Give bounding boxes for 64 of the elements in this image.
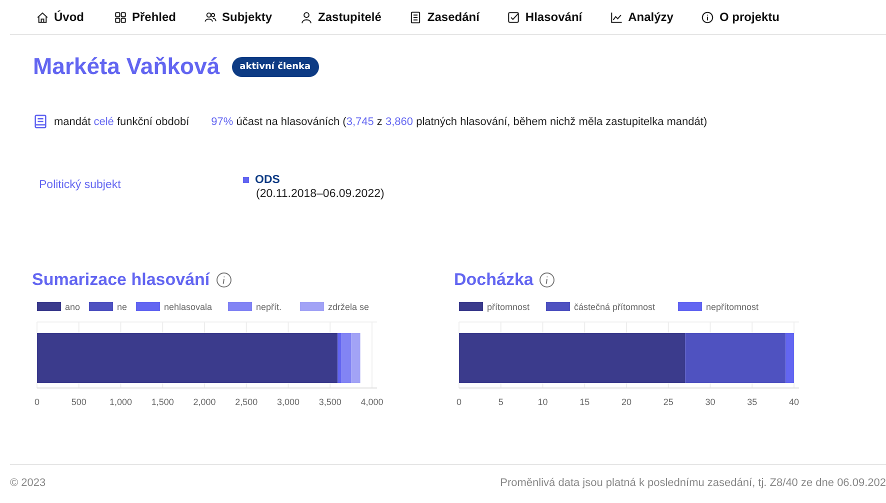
people-icon: [204, 10, 218, 24]
person-icon: [300, 10, 314, 24]
person-name: Markéta Vaňková: [33, 53, 220, 80]
legend-item[interactable]: částečná přítomnost: [546, 302, 656, 312]
axis-tick-label: 15: [580, 397, 590, 407]
grid-icon: [114, 10, 127, 24]
section-title: Sumarizace hlasování: [32, 270, 210, 290]
nav-link[interactable]: Úvod: [36, 10, 84, 24]
axis-tick-label: 2,500: [235, 397, 258, 407]
nav-link[interactable]: Subjekty: [204, 10, 272, 24]
nav-link[interactable]: Přehled: [114, 10, 176, 24]
legend-label: nepřítomnost: [706, 302, 760, 312]
nav-link[interactable]: Analýzy: [610, 10, 674, 24]
legend-label: ne: [117, 302, 128, 312]
axis-tick-label: 25: [663, 397, 674, 407]
axis-tick-label: 30: [705, 397, 716, 407]
legend-item[interactable]: nehlasovala: [136, 302, 212, 312]
legend-item[interactable]: nepřítomnost: [678, 302, 759, 312]
legend-label: nepřít.: [256, 302, 282, 312]
bar-segment: [351, 333, 360, 383]
participation-text: 97% účast na hlasováních (3,745 z 3,860 platných hlasování, během nichž měla zastupitelka mandát): [211, 116, 708, 128]
info-icon[interactable]: [539, 272, 556, 288]
axis-tick-label: 5: [498, 397, 504, 407]
checkbox-icon: [507, 10, 520, 24]
info-icon[interactable]: [216, 272, 232, 288]
axis-tick-label: 10: [538, 397, 548, 407]
nav-link[interactable]: Zastupitelé: [300, 10, 382, 24]
nav-link[interactable]: O projektu: [701, 10, 780, 24]
axis-tick-label: 3,000: [276, 397, 300, 407]
axis-tick-label: 20: [622, 397, 632, 407]
section-title: Docházka: [454, 270, 534, 290]
chart-icon: [610, 10, 624, 24]
nav-link[interactable]: Hlasování: [507, 10, 582, 24]
axis-tick-label: 500: [71, 397, 86, 407]
document-icon: [409, 10, 422, 24]
axis-tick-label: 40: [789, 397, 799, 407]
home-icon: [36, 10, 49, 24]
nav-link[interactable]: Zasedání: [409, 10, 480, 24]
legend-label: ano: [65, 302, 80, 312]
status-badge: aktivní členka: [232, 56, 319, 76]
legend-item[interactable]: ano: [37, 302, 80, 312]
legend-label: částečná přítomnost: [574, 302, 656, 312]
legend-label: zdržela se: [328, 302, 370, 312]
axis-tick-label: 3,500: [318, 397, 342, 407]
legend-item[interactable]: zdržela se: [300, 302, 370, 312]
axis-tick-label: 1,000: [109, 397, 132, 407]
axis-tick-label: 4,000: [360, 397, 384, 407]
document-icon: [33, 114, 48, 129]
axis-tick-label: 1,500: [151, 397, 174, 407]
party-name: ODS: [255, 174, 280, 186]
legend-label: nehlasovala: [164, 302, 212, 312]
info-icon: [701, 10, 714, 24]
field-label: Politický subjekt: [38, 179, 122, 193]
legend-item[interactable]: přítomnost: [459, 302, 530, 312]
legend-item[interactable]: nepřít.: [228, 302, 282, 312]
membership-period: (20.11.2018–06.09.2022): [256, 188, 384, 200]
axis-tick-label: 2,000: [193, 397, 216, 407]
axis-tick-label: 35: [747, 397, 758, 407]
axis-tick-label: 0: [34, 397, 40, 407]
mandate-text: mandát celé funkční období: [54, 116, 190, 128]
axis-tick-label: 0: [456, 397, 462, 407]
data-validity-note: Proměnlivá data jsou platná k poslednímu zasedání, tj. Z8/40 ze dne 06.09.202: [500, 477, 886, 491]
legend-label: přítomnost: [487, 302, 530, 312]
copyright-text: © 2023: [10, 477, 46, 491]
